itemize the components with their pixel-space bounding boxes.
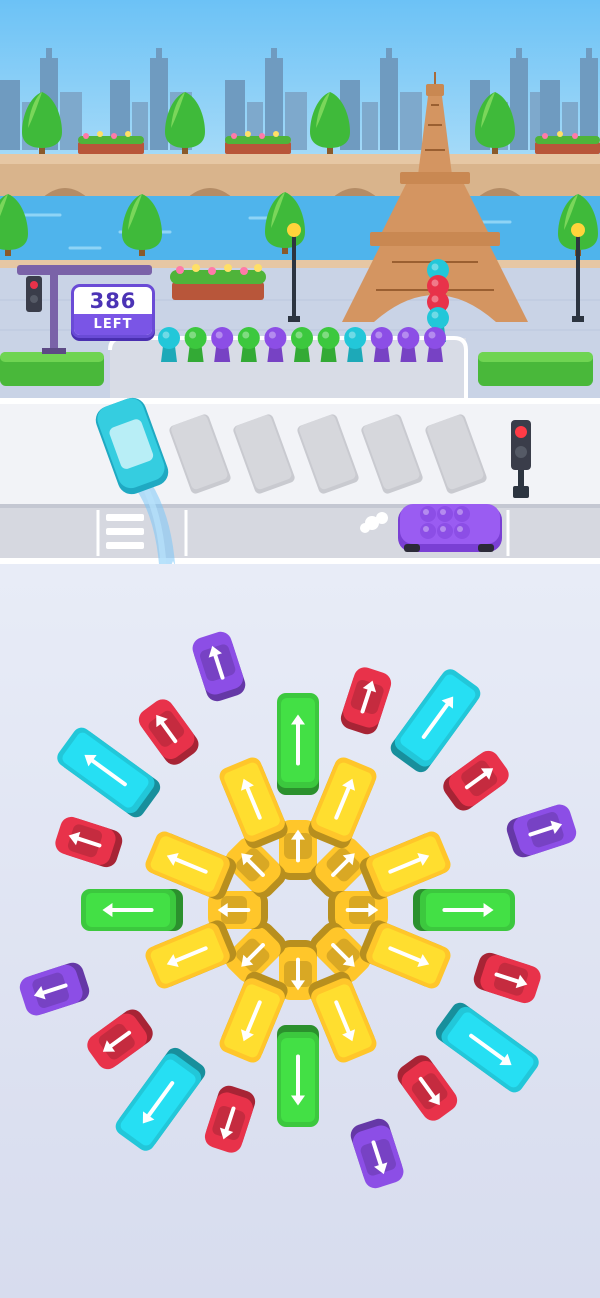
game-scene	[0, 0, 600, 1298]
seated-passenger-purple	[420, 506, 436, 522]
seated-passenger-purple	[454, 506, 470, 522]
green-bus[interactable]	[81, 889, 183, 931]
seated-passenger-purple	[454, 523, 470, 539]
hedge-right	[478, 352, 593, 386]
green-bus[interactable]	[277, 1025, 319, 1127]
remaining-label: LEFT	[74, 314, 152, 335]
green-bus[interactable]	[413, 889, 515, 931]
stone-bridge	[0, 154, 600, 200]
remaining-counter: 386 LEFT	[71, 284, 155, 338]
traffic-light	[511, 420, 531, 498]
seated-passenger-purple	[437, 523, 453, 539]
parking-area	[0, 398, 600, 508]
green-bus[interactable]	[277, 693, 319, 795]
seated-passenger-purple	[420, 523, 436, 539]
remaining-count: 386	[89, 289, 137, 313]
passenger-queue	[158, 327, 446, 362]
seated-passenger-purple	[437, 506, 453, 522]
hedge-left	[0, 352, 104, 386]
road	[0, 504, 600, 564]
